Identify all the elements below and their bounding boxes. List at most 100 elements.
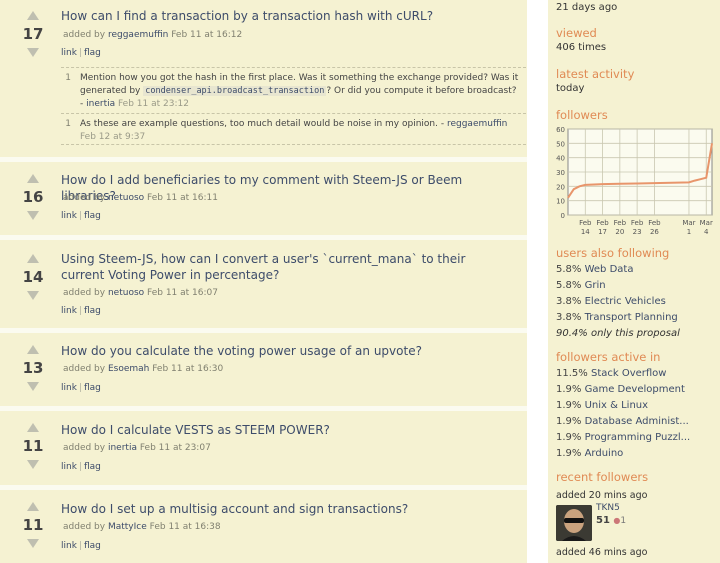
site-name: Game Development bbox=[584, 384, 685, 395]
follower-added-time: added 46 mins ago bbox=[556, 547, 648, 558]
active-in-item[interactable]: 1.9% Database Administ... bbox=[556, 416, 689, 427]
question-title[interactable]: How do I calculate VESTS as STEEM POWER? bbox=[61, 422, 511, 438]
downvote-arrow-icon[interactable] bbox=[27, 539, 39, 548]
question-title[interactable]: Using Steem-JS, how can I convert a user… bbox=[61, 251, 511, 283]
also-following-label: users also following bbox=[556, 246, 670, 260]
comment-score: 1 bbox=[65, 119, 71, 129]
question-item: 11 How do I set up a multisig account an… bbox=[0, 490, 527, 563]
flag-button[interactable]: flag bbox=[84, 306, 101, 316]
pct: 5.8% bbox=[556, 280, 582, 291]
chart-x-tick-label: Feb bbox=[648, 219, 661, 227]
question-title[interactable]: How do I set up a multisig account and s… bbox=[61, 501, 511, 517]
question-links: link | flag bbox=[61, 462, 101, 472]
link-button[interactable]: link bbox=[61, 211, 77, 221]
vote-score: 17 bbox=[22, 25, 44, 43]
question-meta: added by inertia Feb 11 at 23:07 bbox=[63, 443, 211, 453]
chart-x-tick-label: Feb bbox=[596, 219, 609, 227]
question-item: 16 How do I add beneficiaries to my comm… bbox=[0, 162, 527, 235]
follower-avatar[interactable] bbox=[556, 505, 592, 541]
upvote-arrow-icon[interactable] bbox=[27, 254, 39, 263]
question-title[interactable]: How can I find a transaction by a transa… bbox=[61, 8, 511, 24]
also-following-item[interactable]: 3.8% Electric Vehicles bbox=[556, 296, 666, 307]
link-button[interactable]: link bbox=[61, 48, 77, 58]
question-links: link | flag bbox=[61, 306, 101, 316]
question-date: Feb 11 at 16:07 bbox=[147, 288, 218, 298]
also-following-item[interactable]: 3.8% Transport Planning bbox=[556, 312, 678, 323]
separator: | bbox=[78, 306, 82, 316]
flag-button[interactable]: flag bbox=[84, 541, 101, 551]
active-in-item[interactable]: 11.5% Stack Overflow bbox=[556, 368, 666, 379]
comment: 1 Mention how you got the hash in the fi… bbox=[61, 67, 526, 113]
question-author[interactable]: MattyIce bbox=[108, 522, 147, 532]
comment-author[interactable]: reggaemuffin bbox=[447, 119, 507, 129]
added-by-text: added by bbox=[63, 288, 106, 298]
question-links: link | flag bbox=[61, 211, 101, 221]
comment-text: Mention how you got the hash in the firs… bbox=[80, 72, 520, 111]
site-name: Electric Vehicles bbox=[584, 296, 666, 307]
comment-author[interactable]: inertia bbox=[86, 99, 115, 109]
added-by-text: added by bbox=[63, 193, 106, 203]
flag-button[interactable]: flag bbox=[84, 48, 101, 58]
question-meta: added by netuoso Feb 11 at 16:07 bbox=[63, 288, 218, 298]
followers-chart: 0102030405060Feb14Feb17Feb20Feb23Feb26Ma… bbox=[556, 126, 713, 236]
chart-y-tick-label: 50 bbox=[556, 140, 565, 148]
downvote-arrow-icon[interactable] bbox=[27, 211, 39, 220]
link-button[interactable]: link bbox=[61, 541, 77, 551]
vote-box: 13 bbox=[16, 345, 50, 391]
site-name: Arduino bbox=[584, 448, 624, 459]
follower-name[interactable]: TKN5 bbox=[596, 503, 620, 513]
question-title[interactable]: How do you calculate the voting power us… bbox=[61, 343, 511, 359]
question-author[interactable]: netuoso bbox=[108, 288, 144, 298]
also-following-item[interactable]: 5.8% Web Data bbox=[556, 264, 633, 275]
chart-x-tick-label: 26 bbox=[650, 228, 659, 236]
separator: | bbox=[78, 462, 82, 472]
upvote-arrow-icon[interactable] bbox=[27, 423, 39, 432]
upvote-arrow-icon[interactable] bbox=[27, 502, 39, 511]
pct: 5.8% bbox=[556, 264, 582, 275]
link-button[interactable]: link bbox=[61, 306, 77, 316]
flag-button[interactable]: flag bbox=[84, 383, 101, 393]
pct: 1.9% bbox=[556, 432, 582, 443]
active-in-item[interactable]: 1.9% Game Development bbox=[556, 384, 685, 395]
question-links: link | flag bbox=[61, 541, 101, 551]
pct: 1.9% bbox=[556, 400, 582, 411]
site-name: Transport Planning bbox=[584, 312, 678, 323]
upvote-arrow-icon[interactable] bbox=[27, 345, 39, 354]
latest-activity-value[interactable]: today bbox=[556, 83, 584, 94]
also-following-item[interactable]: 5.8% Grin bbox=[556, 280, 606, 291]
active-in-item[interactable]: 1.9% Unix & Linux bbox=[556, 400, 648, 411]
active-in-item[interactable]: 1.9% Arduino bbox=[556, 448, 623, 459]
vote-box: 16 bbox=[16, 174, 50, 220]
comment-score: 1 bbox=[65, 73, 71, 83]
question-author[interactable]: reggaemuffin bbox=[108, 30, 168, 40]
downvote-arrow-icon[interactable] bbox=[27, 291, 39, 300]
question-author[interactable]: Esoemah bbox=[108, 364, 149, 374]
questions-list: 17 How can I find a transaction by a tra… bbox=[0, 0, 527, 563]
comment-date: Feb 11 at 23:12 bbox=[118, 99, 189, 109]
pct: 3.8% bbox=[556, 312, 582, 323]
vote-box: 11 bbox=[16, 502, 50, 548]
question-item: 13 How do you calculate the voting power… bbox=[0, 333, 527, 406]
separator: | bbox=[78, 541, 82, 551]
link-button[interactable]: link bbox=[61, 462, 77, 472]
downvote-arrow-icon[interactable] bbox=[27, 460, 39, 469]
site-name: Unix & Linux bbox=[584, 400, 649, 411]
flag-button[interactable]: flag bbox=[84, 211, 101, 221]
link-button[interactable]: link bbox=[61, 383, 77, 393]
follower-added-time: added 20 mins ago bbox=[556, 490, 648, 501]
pct: 1.9% bbox=[556, 384, 582, 395]
question-date: Feb 11 at 16:30 bbox=[152, 364, 224, 374]
question-author[interactable]: inertia bbox=[108, 443, 137, 453]
active-in-item[interactable]: 1.9% Programming Puzzl... bbox=[556, 432, 690, 443]
separator: | bbox=[78, 211, 82, 221]
downvote-arrow-icon[interactable] bbox=[27, 48, 39, 57]
upvote-arrow-icon[interactable] bbox=[27, 11, 39, 20]
upvote-arrow-icon[interactable] bbox=[27, 174, 39, 183]
downvote-arrow-icon[interactable] bbox=[27, 382, 39, 391]
question-item: 17 How can I find a transaction by a tra… bbox=[0, 0, 527, 157]
comment-text: As these are example questions, too much… bbox=[80, 118, 520, 144]
flag-button[interactable]: flag bbox=[84, 462, 101, 472]
site-name: Database Administ... bbox=[584, 416, 689, 427]
site-name: Stack Overflow bbox=[590, 368, 667, 379]
question-author[interactable]: netuoso bbox=[108, 193, 144, 203]
